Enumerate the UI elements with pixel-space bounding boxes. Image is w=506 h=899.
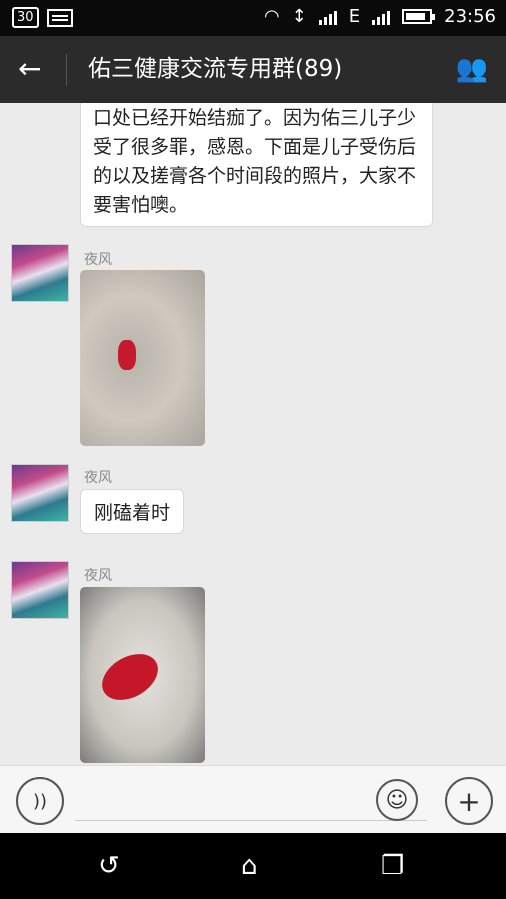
- message-text-bubble[interactable]: 口处已经开始结痂了。因为佑三儿子少受了很多罪，感恩。下面是儿子受伤后的以及搓膏各…: [80, 103, 433, 227]
- battery-badge: 30: [12, 7, 39, 28]
- message-list[interactable]: 口处已经开始结痂了。因为佑三儿子少受了很多罪，感恩。下面是儿子受伤后的以及搓膏各…: [0, 103, 506, 765]
- network-type: E: [348, 6, 361, 27]
- wifi-icon: ◠: [263, 6, 280, 27]
- message-input[interactable]: [75, 820, 427, 821]
- group-members-icon[interactable]: 👥: [456, 54, 488, 84]
- emoji-icon[interactable]: ☺: [376, 779, 418, 821]
- battery-icon: [402, 9, 436, 24]
- status-right: ◠ ↕ E 23:56: [264, 6, 496, 27]
- message-text-bubble[interactable]: 刚磕着时: [80, 489, 185, 534]
- recent-apps-icon[interactable]: ❐: [381, 851, 404, 881]
- sender-name: 夜风: [84, 470, 112, 486]
- voice-icon[interactable]: )): [16, 777, 64, 825]
- message-image[interactable]: [80, 270, 205, 446]
- wound-area: [94, 644, 166, 710]
- image-notification-icon: [46, 8, 73, 27]
- signal-icon: [318, 9, 337, 25]
- signal-2-icon: [372, 9, 391, 25]
- header-divider: [66, 54, 67, 86]
- avatar[interactable]: [11, 244, 69, 302]
- data-transfer-icon: ↕: [291, 6, 307, 27]
- back-arrow-icon[interactable]: ←: [18, 54, 41, 84]
- status-bar: 30 ◠ ↕ E 23:56: [0, 0, 506, 36]
- wound-area: [118, 340, 136, 370]
- back-nav-icon[interactable]: ↺: [98, 851, 120, 881]
- message-image[interactable]: [80, 587, 205, 763]
- chat-title: 佑三健康交流专用群(89): [88, 56, 343, 82]
- avatar[interactable]: [11, 464, 69, 522]
- sender-name: 夜风: [84, 252, 112, 268]
- home-nav-icon[interactable]: ⌂: [241, 851, 258, 881]
- sender-name: 夜风: [84, 568, 112, 584]
- avatar[interactable]: [11, 561, 69, 619]
- status-left: 30: [12, 7, 73, 28]
- navigation-bar: ↺ ⌂ ❐: [0, 833, 506, 899]
- plus-icon[interactable]: +: [445, 777, 493, 825]
- status-time: 23:56: [444, 6, 496, 27]
- input-bar: )) ☺ +: [0, 765, 506, 834]
- chat-header: ← 佑三健康交流专用群(89) 👥: [0, 36, 506, 103]
